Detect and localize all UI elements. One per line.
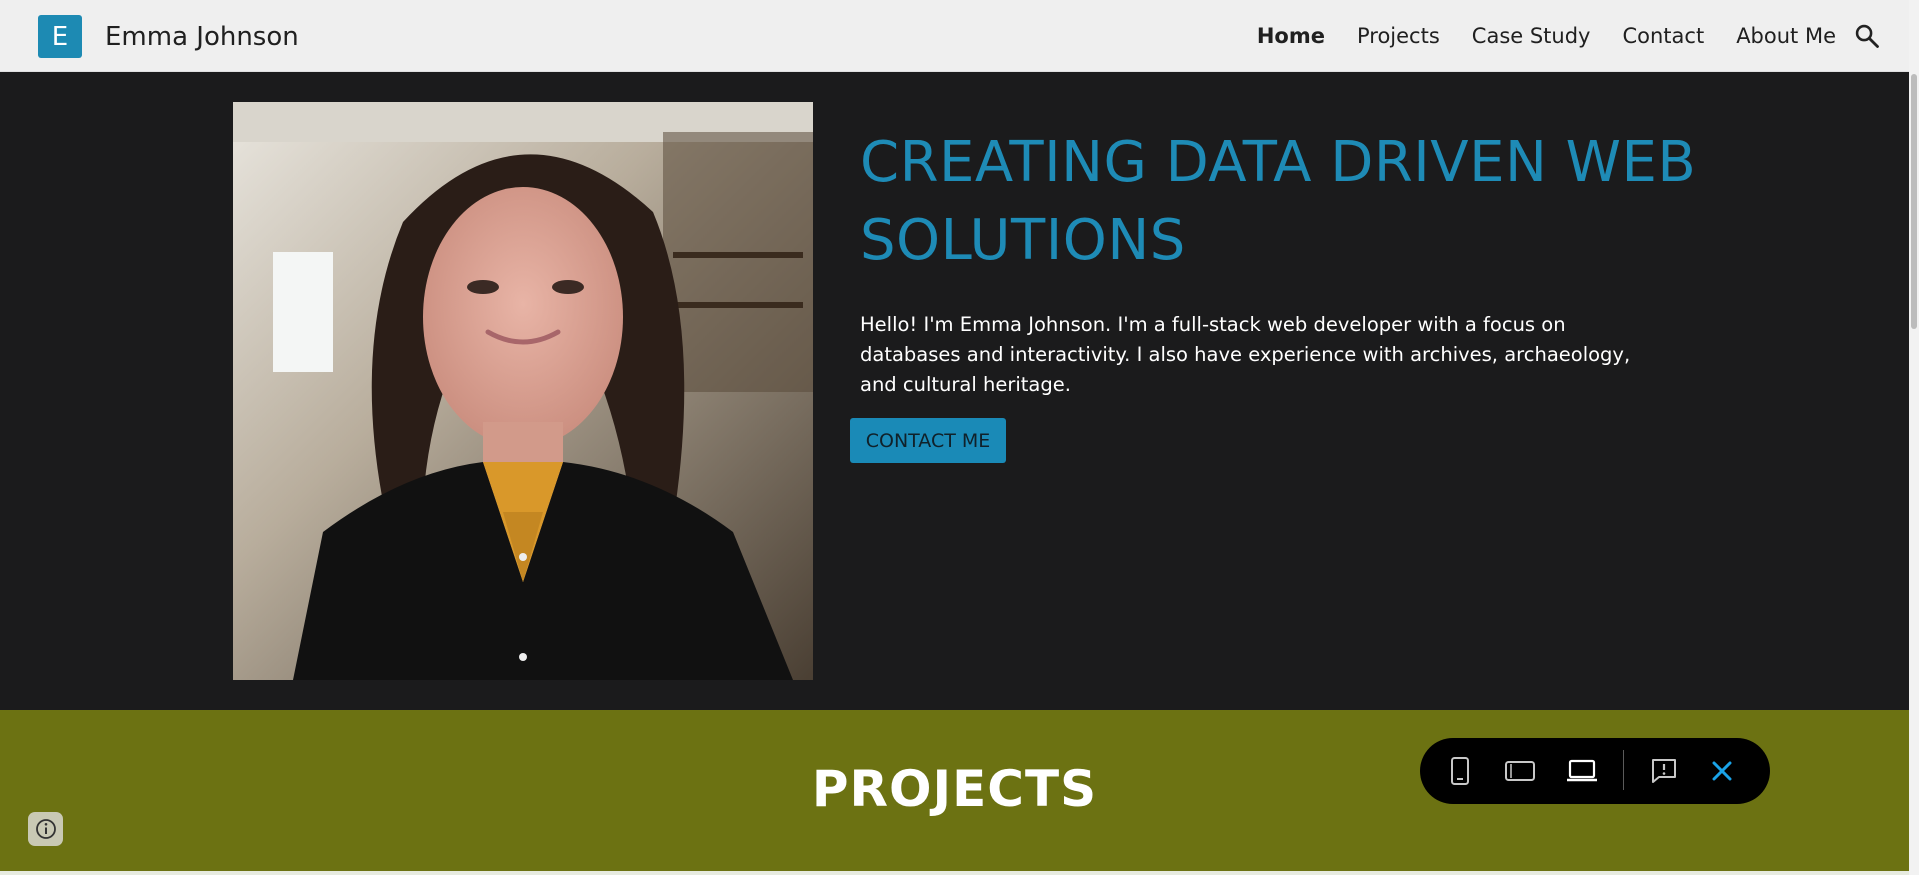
contact-me-button[interactable]: CONTACT ME [850, 418, 1006, 463]
phone-icon[interactable] [1442, 753, 1478, 789]
nav-item-about-me[interactable]: About Me [1736, 24, 1836, 48]
nav-item-projects[interactable]: Projects [1357, 24, 1440, 48]
hero-intro-text: Hello! I'm Emma Johnson. I'm a full-stac… [860, 313, 1631, 396]
hero-section: CREATING DATA DRIVEN WEB SOLUTIONS Hello… [0, 72, 1909, 710]
profile-photo-illustration [233, 102, 813, 680]
info-icon[interactable] [28, 812, 63, 846]
toolbar-divider [1623, 750, 1624, 790]
report-issue-icon[interactable] [1646, 753, 1682, 789]
page-scrollbar[interactable] [1909, 0, 1919, 875]
hero-headline: CREATING DATA DRIVEN WEB SOLUTIONS [860, 130, 1697, 273]
scrollbar-thumb[interactable] [1911, 74, 1917, 329]
close-icon[interactable] [1704, 753, 1740, 789]
site-logo[interactable]: E [38, 15, 82, 58]
search-icon[interactable] [1853, 22, 1881, 50]
nav-item-home[interactable]: Home [1257, 24, 1325, 48]
main-nav: Home Projects Case Study Contact About M… [1257, 24, 1836, 48]
preview-toolbar [1420, 738, 1770, 804]
tablet-icon[interactable] [1502, 753, 1538, 789]
site-title[interactable]: Emma Johnson [105, 22, 299, 52]
laptop-icon[interactable] [1564, 753, 1600, 789]
nav-item-contact[interactable]: Contact [1622, 24, 1704, 48]
nav-item-case-study[interactable]: Case Study [1472, 24, 1591, 48]
profile-photo [233, 102, 813, 680]
site-header: E Emma Johnson Home Projects Case Study … [0, 0, 1909, 72]
